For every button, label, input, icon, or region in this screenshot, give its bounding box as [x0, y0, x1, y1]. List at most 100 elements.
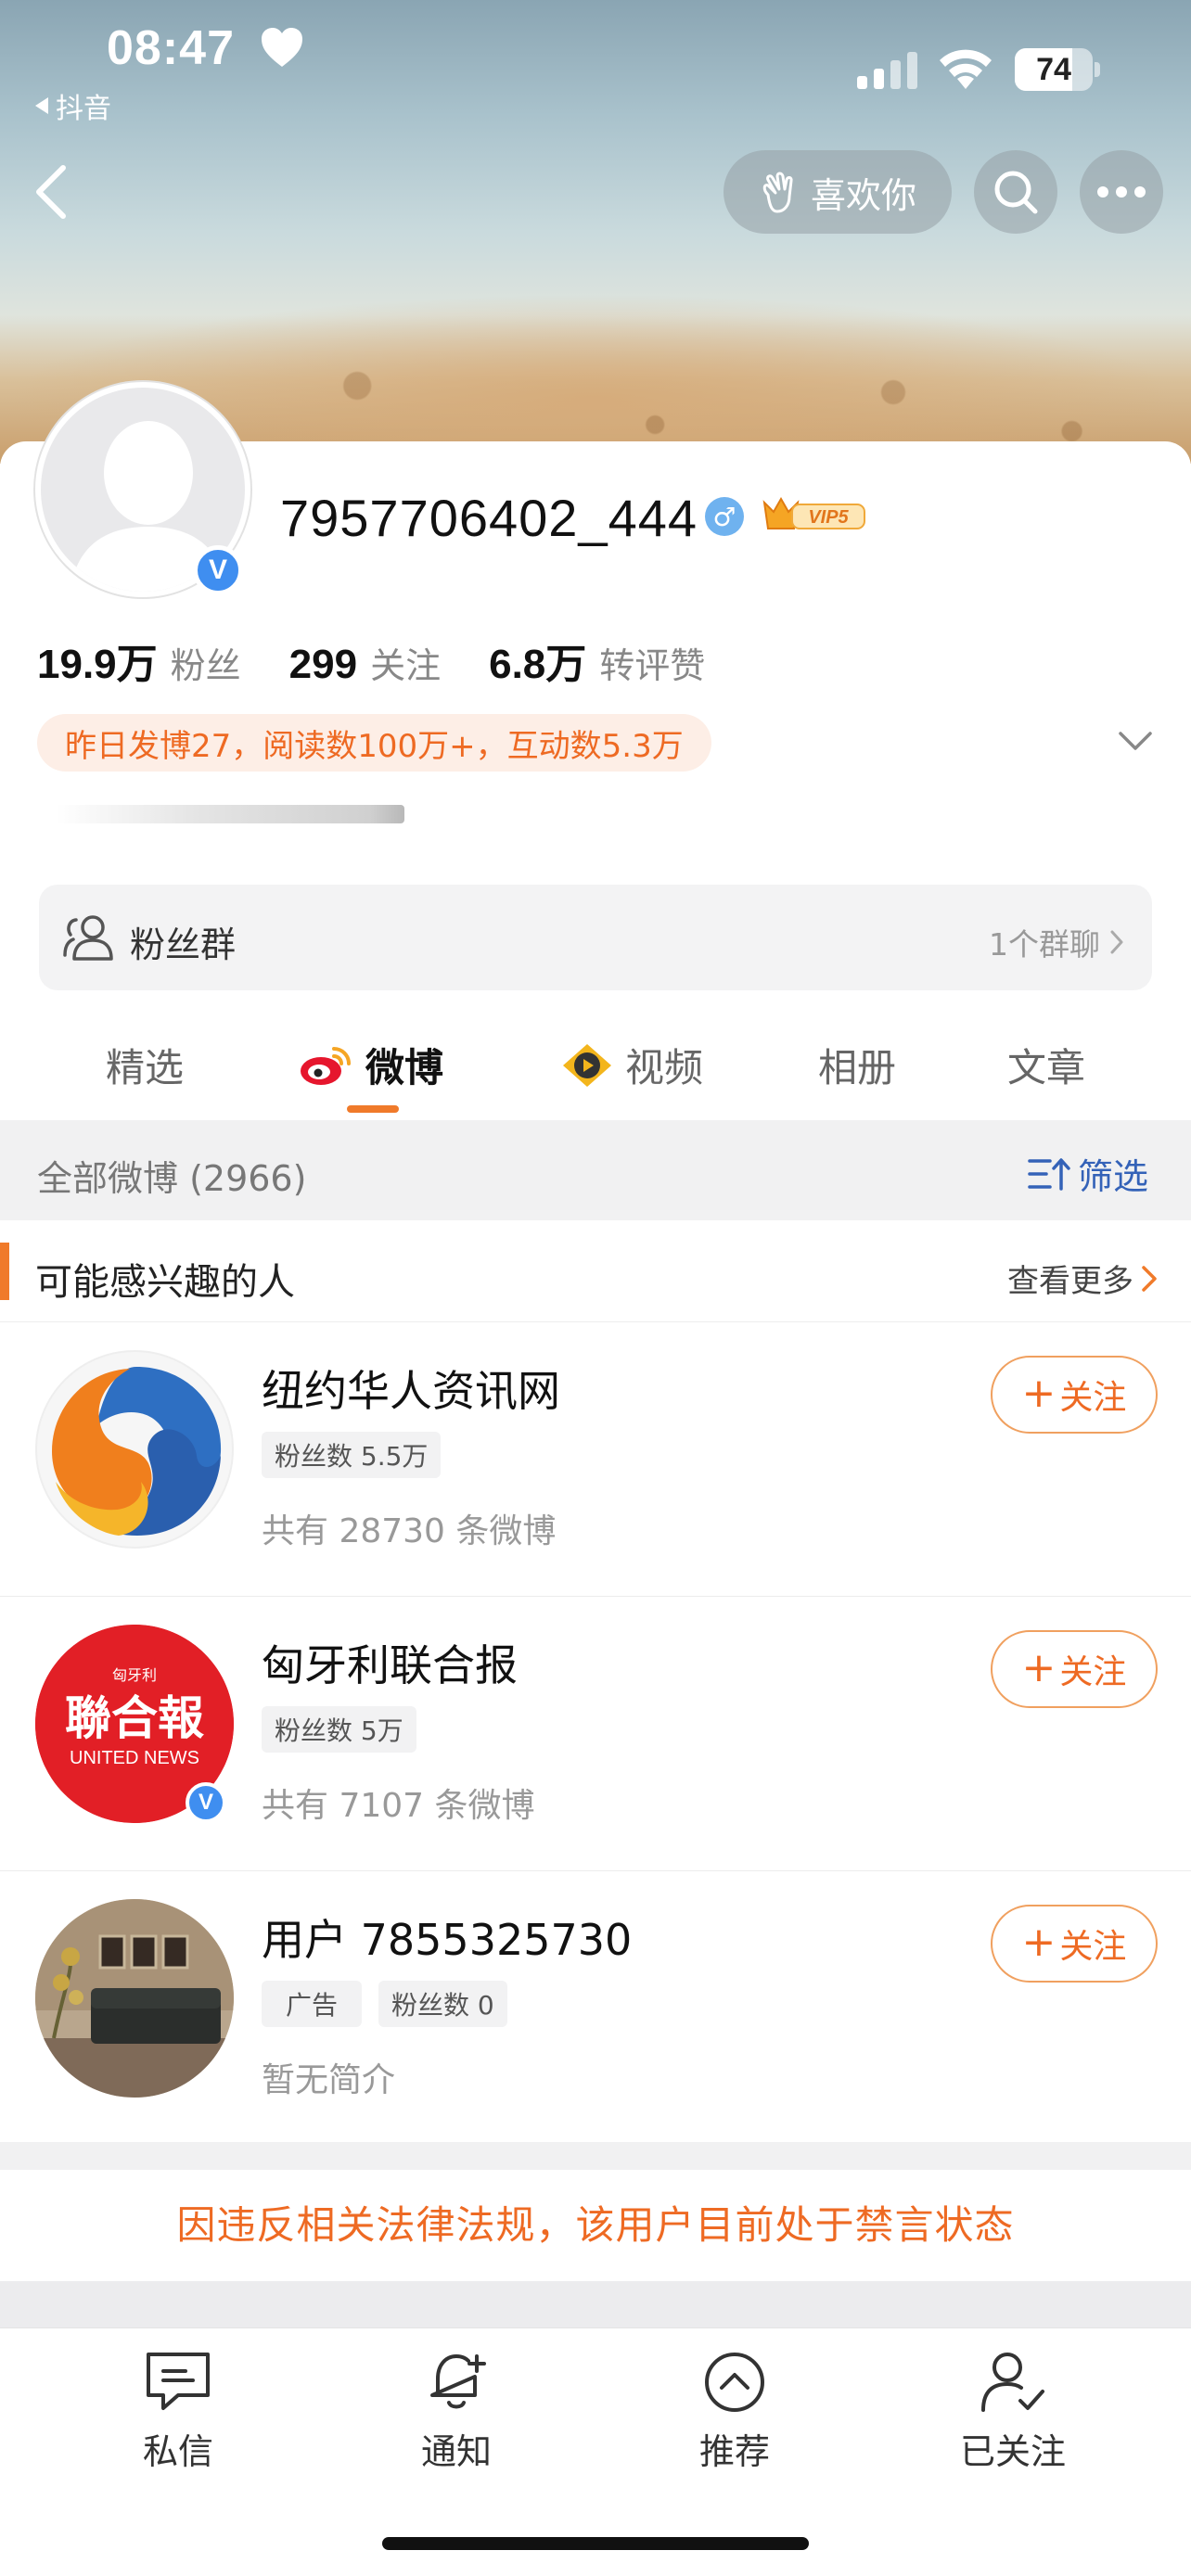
fans-group-row[interactable]: 粉丝群 1个群聊 — [39, 885, 1152, 990]
bell-plus-icon — [430, 2354, 486, 2409]
recommend-item[interactable]: 匈牙利 聯合報 UNITED NEWS V 匈牙利联合报 粉丝数 5万 共有 7… — [0, 1597, 1191, 1871]
weibo-count-label: 全部微博 (2966) — [37, 1158, 307, 1199]
wifi-icon — [940, 49, 992, 89]
fans-group-count-text: 1个群聊 — [989, 926, 1100, 963]
back-to-app-link[interactable]: 抖音 — [35, 85, 111, 126]
fans-group-count: 1个群聊 — [989, 920, 1124, 964]
chevron-right-icon — [1110, 930, 1123, 954]
interactions-label: 转评赞 — [599, 645, 706, 686]
follow-button[interactable]: + 关注 — [991, 1356, 1158, 1434]
fans-label[interactable]: 粉丝 — [171, 637, 241, 688]
more-options-button[interactable] — [1080, 150, 1163, 234]
recommend-desc: 暂无简介 — [262, 2061, 396, 2099]
tab-weibo[interactable]: 微博 — [299, 1037, 443, 1093]
recommend-name[interactable]: 纽约华人资讯网 — [262, 1358, 560, 1419]
section-accent-bar — [0, 1243, 9, 1300]
search-button[interactable] — [974, 150, 1057, 234]
fans-count-tag: 粉丝数 0 — [378, 1981, 507, 2027]
svg-text:UNITED NEWS: UNITED NEWS — [70, 1748, 199, 1768]
recommend-button[interactable]: 推荐 — [660, 2349, 809, 2474]
plus-icon: + — [1021, 1369, 1057, 1417]
active-tab-indicator — [347, 1105, 399, 1113]
male-gender-icon: ♂ — [705, 497, 744, 536]
weibo-filter-bar: 全部微博 (2966) 筛选 — [0, 1120, 1191, 1220]
notification-label: 通知 — [420, 2431, 492, 2472]
private-message-button[interactable]: 私信 — [104, 2349, 252, 2474]
plus-icon: + — [1021, 1918, 1057, 1966]
fans-count-tag: 粉丝数 5.5万 — [262, 1432, 442, 1478]
fans-count[interactable]: 19.9万 — [37, 631, 158, 690]
chevron-right-icon — [1142, 1265, 1157, 1292]
follow-button[interactable]: + 关注 — [991, 1905, 1158, 1983]
recommend-header: 可能感兴趣的人 查看更多 — [0, 1220, 1191, 1322]
follow-label: 关注 — [1059, 1928, 1127, 1966]
recommend-name[interactable]: 用户 7855325730 — [262, 1906, 632, 1968]
verified-badge-icon: V — [186, 1782, 226, 1823]
nyc-chinese-news-avatar[interactable] — [35, 1350, 234, 1549]
video-play-icon — [563, 1043, 611, 1087]
profile-username: 7957706402_444 — [280, 489, 698, 547]
chevron-up-circle-icon — [705, 2353, 764, 2412]
weibo-logo-icon — [301, 1046, 351, 1085]
tab-album-label: 相册 — [818, 1045, 897, 1090]
fans-group-label: 粉丝群 — [130, 925, 237, 965]
vip-badge-icon[interactable]: VIP5 — [761, 493, 866, 536]
cellular-signal-icon — [857, 52, 917, 89]
recommend-item[interactable]: 纽约华人资讯网 粉丝数 5.5万 共有 28730 条微博 + 关注 — [0, 1322, 1191, 1597]
battery-percent: 74 — [1036, 52, 1071, 87]
user-check-icon — [981, 2353, 1044, 2412]
living-room-avatar[interactable] — [35, 1899, 234, 2098]
tab-video[interactable]: 视频 — [560, 1037, 703, 1093]
living-room-photo-icon — [35, 1899, 234, 2098]
fans-count-tag: 粉丝数 5万 — [262, 1706, 416, 1753]
tab-album[interactable]: 相册 — [818, 1037, 896, 1093]
filter-button[interactable]: 筛选 — [1028, 1148, 1148, 1199]
follow-button[interactable]: + 关注 — [991, 1630, 1158, 1708]
see-more-link[interactable]: 查看更多 — [1007, 1256, 1158, 1301]
status-bar: 08:47 抖音 74 — [0, 0, 1191, 125]
following-status-button[interactable]: 已关注 — [939, 2349, 1087, 2474]
heart-icon — [262, 28, 302, 67]
tab-featured[interactable]: 精选 — [106, 1037, 184, 1093]
section-divider — [0, 2142, 1191, 2170]
status-time: 08:47 — [107, 21, 235, 75]
recommend-desc: 共有 7107 条微博 — [262, 1787, 535, 1825]
recommend-title: 可能感兴趣的人 — [35, 1261, 295, 1304]
ad-tag: 广告 — [262, 1981, 363, 2027]
recommend-item[interactable]: 用户 7855325730 广告 粉丝数 0 暂无简介 + 关注 — [0, 1871, 1191, 2146]
tab-article[interactable]: 文章 — [1007, 1037, 1085, 1093]
ellipsis-icon — [1097, 186, 1146, 198]
follow-label: 关注 — [1059, 1653, 1127, 1691]
message-icon — [147, 2353, 210, 2410]
private-message-label: 私信 — [142, 2431, 213, 2472]
plus-icon: + — [1021, 1643, 1057, 1691]
chevron-down-icon[interactable] — [1117, 729, 1154, 753]
back-app-label: 抖音 — [56, 93, 111, 125]
profile-stats: 19.9万 粉丝 299 关注 6.8万 转评赞 — [37, 631, 753, 690]
home-indicator[interactable] — [382, 2537, 809, 2550]
notification-button[interactable]: 通知 — [382, 2349, 531, 2474]
verified-badge-icon: V — [193, 545, 243, 595]
tab-video-label: 视频 — [625, 1045, 704, 1090]
battery-indicator: 74 — [1015, 48, 1100, 91]
svg-text:聯合報: 聯合報 — [65, 1690, 204, 1745]
profile-tabs: 精选 微博 视频 相册 文章 — [0, 1020, 1191, 1120]
following-status-label: 已关注 — [959, 2431, 1066, 2472]
following-count[interactable]: 299 — [289, 642, 357, 688]
tab-featured-label: 精选 — [106, 1045, 185, 1090]
interactions-count: 6.8万 — [489, 642, 587, 687]
tab-weibo-label: 微博 — [365, 1045, 444, 1090]
recommend-name[interactable]: 匈牙利联合报 — [262, 1632, 518, 1693]
like-you-button[interactable]: 喜欢你 — [724, 150, 952, 234]
banned-notice: 因违反相关法律法规，该用户目前处于禁言状态 — [0, 2170, 1191, 2281]
blurred-bio-line — [56, 805, 404, 823]
activity-summary-pill[interactable]: 昨日发博27，阅读数100万+，互动数5.3万 — [37, 714, 711, 772]
filter-label: 筛选 — [1077, 1156, 1148, 1197]
following-label[interactable]: 关注 — [370, 637, 441, 688]
swirl-logo-icon — [44, 1358, 229, 1544]
like-you-label: 喜欢你 — [810, 174, 916, 216]
recommend-desc: 共有 28730 条微博 — [262, 1512, 557, 1550]
back-arrow-icon[interactable] — [28, 162, 74, 222]
svg-text:匈牙利: 匈牙利 — [112, 1666, 157, 1684]
filter-sort-icon — [1028, 1157, 1070, 1191]
